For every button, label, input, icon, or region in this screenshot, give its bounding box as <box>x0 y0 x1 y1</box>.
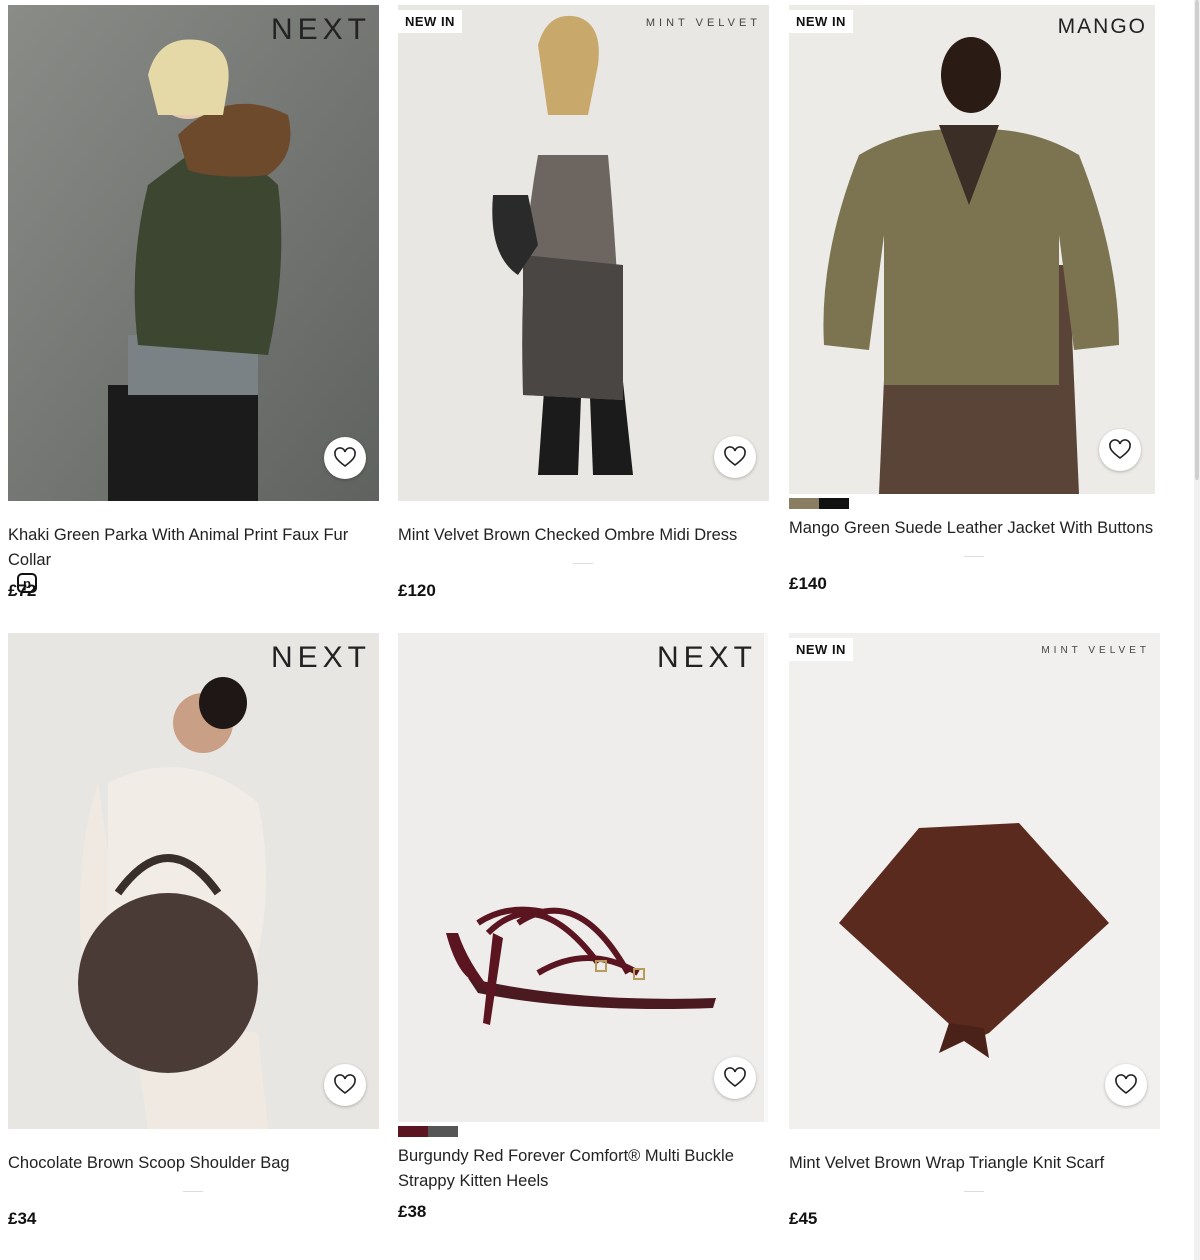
product-card[interactable]: NEW IN MANGO Mango Green Suede Leather J… <box>789 5 1160 605</box>
colour-swatch[interactable] <box>789 498 819 509</box>
colour-swatch[interactable] <box>428 1126 458 1137</box>
product-price: £120 <box>398 581 436 600</box>
product-card[interactable]: NEW IN MINT VELVET Mint Velvet Brown Wra… <box>789 633 1160 1243</box>
brand-logo: MANGO <box>1057 15 1147 38</box>
colour-swatch[interactable] <box>398 1126 428 1137</box>
product-card[interactable]: NEXT Chocolate Brown Scoop Shoulder Bag … <box>8 633 379 1243</box>
product-image[interactable] <box>789 633 1160 1129</box>
product-title[interactable]: Chocolate Brown Scoop Shoulder Bag <box>8 1151 379 1176</box>
favourite-heart-icon[interactable] <box>324 437 366 479</box>
product-price: £45 <box>789 1209 818 1228</box>
product-price: £38 <box>398 1202 427 1221</box>
favourite-heart-icon[interactable] <box>1099 429 1141 471</box>
product-image[interactable] <box>398 633 768 1122</box>
colour-swatches[interactable] <box>789 498 849 509</box>
product-title[interactable]: Khaki Green Parka With Animal Print Faux… <box>8 523 379 573</box>
divider <box>964 1191 984 1192</box>
colour-swatches[interactable] <box>398 1126 458 1137</box>
favourite-heart-icon[interactable] <box>714 436 756 478</box>
scrollbar-thumb[interactable] <box>1195 0 1199 480</box>
product-image[interactable] <box>8 633 379 1129</box>
new-in-badge: NEW IN <box>398 10 462 33</box>
brand-logo: MINT VELVET <box>1041 645 1150 656</box>
product-card[interactable]: NEXT p Khaki Green Parka With Animal Pri… <box>8 5 379 605</box>
product-card[interactable]: NEW IN MINT VELVET Mint Velvet Brown Che… <box>398 5 769 605</box>
favourite-heart-icon[interactable] <box>1105 1064 1147 1106</box>
new-in-badge: NEW IN <box>789 638 853 661</box>
product-title[interactable]: Mint Velvet Brown Checked Ombre Midi Dre… <box>398 523 769 548</box>
product-title[interactable]: Burgundy Red Forever Comfort® Multi Buck… <box>398 1144 769 1194</box>
brand-logo: NEXT <box>270 641 371 674</box>
product-image[interactable] <box>8 5 379 501</box>
product-price: £140 <box>789 574 827 593</box>
divider <box>964 556 984 557</box>
new-in-badge: NEW IN <box>789 10 853 33</box>
product-title[interactable]: Mint Velvet Brown Wrap Triangle Knit Sca… <box>789 1151 1160 1176</box>
favourite-heart-icon[interactable] <box>324 1064 366 1106</box>
brand-logo: NEXT <box>270 13 371 46</box>
page-scrollbar[interactable] <box>1194 0 1200 1260</box>
divider <box>573 563 593 564</box>
product-card[interactable]: NEXT Burgundy Red Forever Comfort® Multi… <box>398 633 769 1243</box>
product-title[interactable]: Mango Green Suede Leather Jacket With Bu… <box>789 516 1160 541</box>
product-price: £72 <box>8 581 37 600</box>
divider <box>183 1191 203 1192</box>
colour-swatch[interactable] <box>819 498 849 509</box>
brand-logo: NEXT <box>656 641 757 674</box>
product-image[interactable] <box>789 5 1155 494</box>
favourite-heart-icon[interactable] <box>714 1057 756 1099</box>
product-price: £34 <box>8 1209 37 1228</box>
product-image[interactable] <box>398 5 769 501</box>
brand-logo: MINT VELVET <box>645 17 761 29</box>
